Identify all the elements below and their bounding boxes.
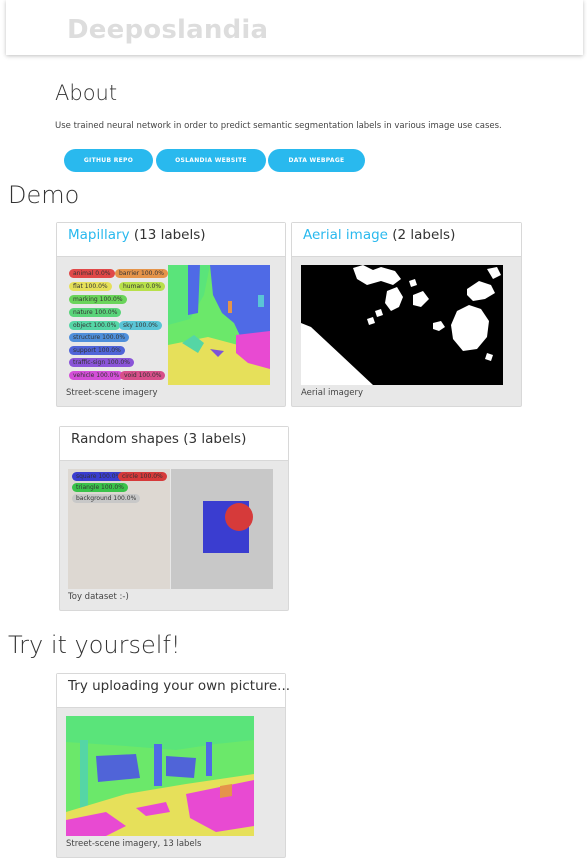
- oslandia-website-button[interactable]: OSLANDIA WEBSITE: [156, 149, 266, 172]
- shapes-caption: Toy dataset :-): [68, 592, 129, 602]
- upload-example-image: [66, 716, 254, 836]
- upload-card-title[interactable]: Try uploading your own picture...: [68, 678, 290, 694]
- random-shapes-card[interactable]: Random shapes (3 labels) square 100.0% ci…: [59, 426, 289, 611]
- upload-card[interactable]: Try uploading your own picture... Street…: [56, 673, 290, 858]
- about-description: Use trained neural network in order to p…: [55, 121, 502, 131]
- random-shapes-card-header: Random shapes (3 labels): [60, 427, 288, 461]
- upload-caption: Street-scene imagery, 13 labels: [66, 839, 202, 849]
- label-tag: sky 100.0%: [119, 321, 162, 330]
- label-tag: flat 100.0%: [69, 282, 112, 291]
- mapillary-segmentation-image: [168, 265, 270, 385]
- label-tag: human 0.0%: [119, 282, 166, 291]
- label-tag: barrier 100.0%: [115, 269, 168, 278]
- mapillary-card-title: Mapillary (13 labels): [68, 227, 206, 243]
- label-tag: structure 100.0%: [69, 333, 130, 342]
- label-tag: marking 100.0%: [69, 295, 127, 304]
- label-tag: object 100.0%: [69, 321, 121, 330]
- label-tag: triangle 100.0%: [72, 483, 128, 492]
- label-tag: animal 0.0%: [69, 269, 115, 278]
- label-tag: nature 100.0%: [69, 308, 122, 317]
- navbar: Deeposlandia: [6, 0, 583, 55]
- mapillary-link[interactable]: Mapillary: [68, 227, 130, 243]
- mapillary-card-header: Mapillary (13 labels): [57, 223, 285, 257]
- try-heading: Try it yourself!: [8, 631, 181, 659]
- shapes-segmentation-image: [171, 469, 273, 589]
- aerial-card[interactable]: Aerial image (2 labels) Aerial imagery: [291, 222, 522, 407]
- label-tag: traffic-sign 100.0%: [69, 358, 134, 367]
- label-tag: circle 100.0%: [118, 472, 167, 481]
- aerial-caption: Aerial imagery: [301, 388, 364, 398]
- shapes-label-legend: square 100.0% circle 100.0% triangle 100.0…: [68, 469, 170, 589]
- demo-heading: Demo: [8, 181, 80, 209]
- mapillary-label-legend: animal 0.0% barrier 100.0% flat 100.0% huma…: [66, 265, 168, 385]
- mapillary-caption: Street-scene imagery: [66, 388, 158, 398]
- aerial-segmentation-image: [301, 265, 503, 385]
- mapillary-card[interactable]: Mapillary (13 labels) animal 0.0% barrier…: [56, 222, 286, 407]
- random-shapes-card-title: Random shapes (3 labels): [71, 431, 247, 447]
- label-tag: void 100.0%: [120, 371, 166, 380]
- upload-card-header: Try uploading your own picture...: [57, 674, 290, 708]
- aerial-image-link[interactable]: Aerial image: [303, 227, 388, 243]
- about-heading: About: [55, 81, 118, 105]
- brand-logo-text[interactable]: Deeposlandia: [67, 15, 268, 45]
- label-tag: support 100.0%: [69, 346, 125, 355]
- data-webpage-button[interactable]: DATA WEBPAGE: [268, 149, 365, 172]
- aerial-card-header: Aerial image (2 labels): [292, 223, 521, 257]
- label-tag: background 100.0%: [72, 494, 141, 503]
- aerial-card-title: Aerial image (2 labels): [303, 227, 456, 243]
- label-tag: vehicle 100.0%: [69, 371, 124, 380]
- github-repo-button[interactable]: GITHUB REPO: [64, 149, 153, 172]
